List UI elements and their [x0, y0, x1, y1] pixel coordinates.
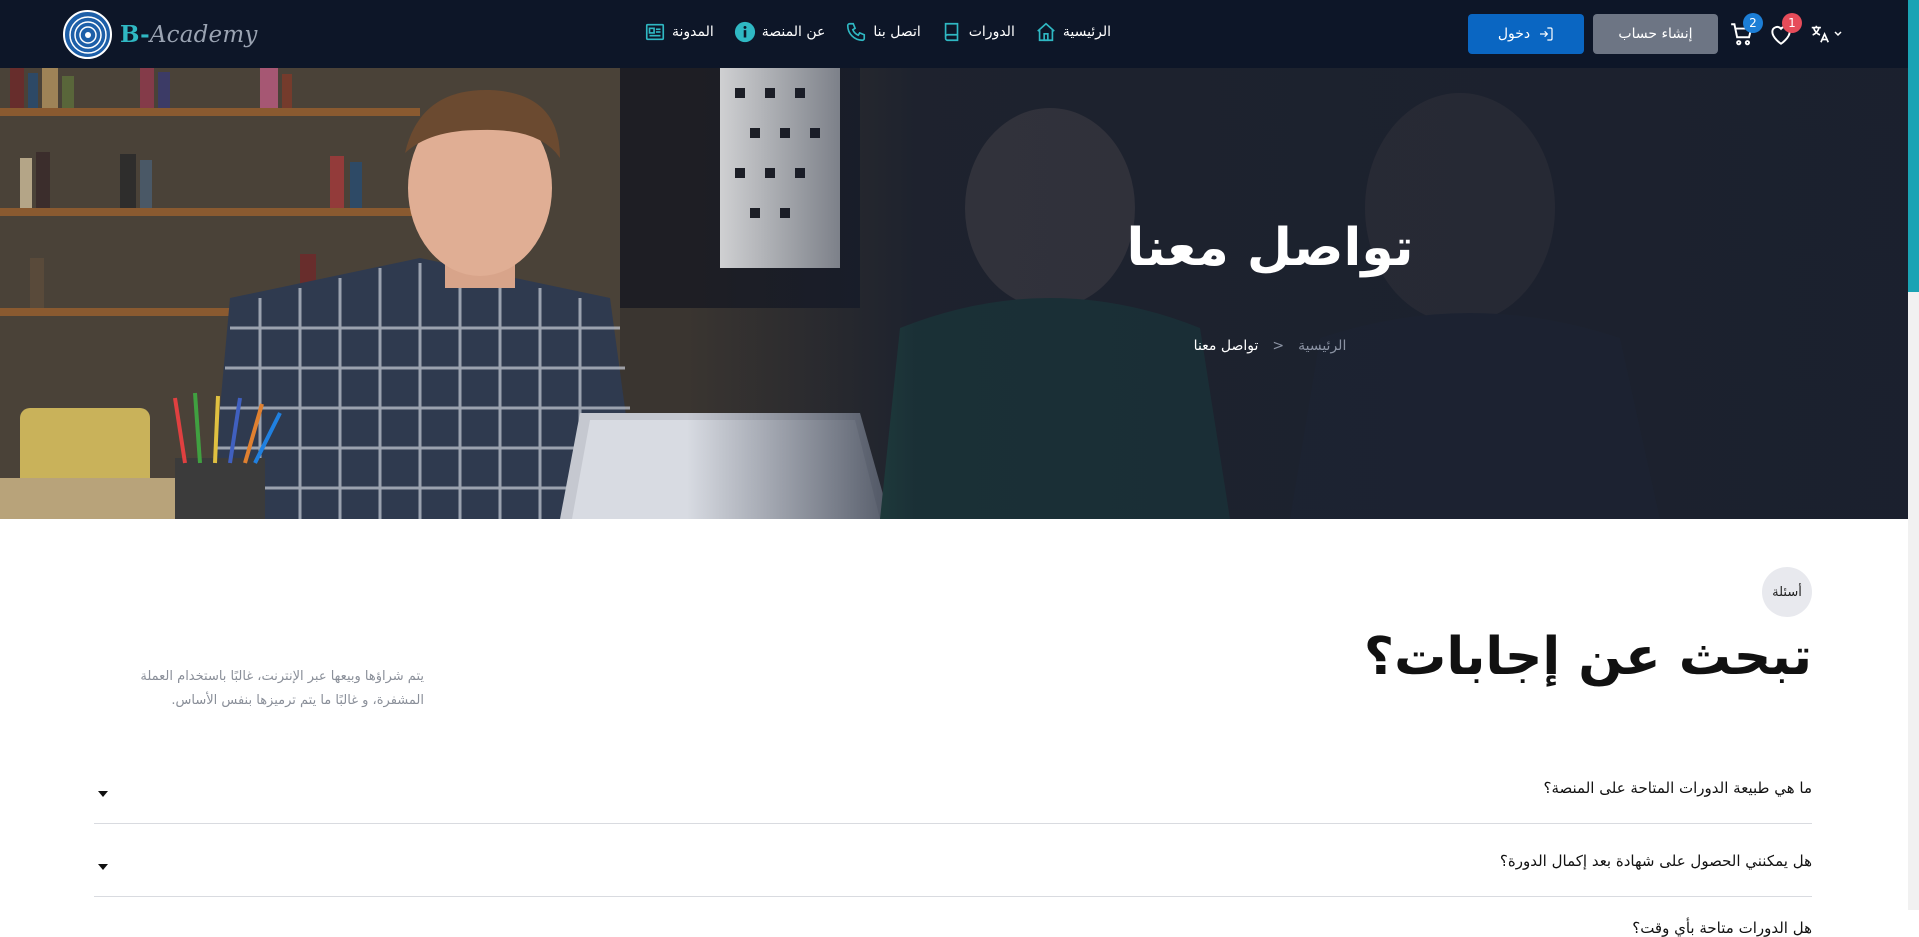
faq-section: أسئلة تبحث عن إجابات؟ يتم شراؤها وبيعها … [0, 519, 1908, 937]
nav-label-courses: الدورات [968, 24, 1015, 40]
brand-prefix: B- [120, 21, 150, 48]
faq-question: هل الدورات متاحة بأي وقت؟ [1632, 919, 1812, 937]
nav-item-courses[interactable]: الدورات [941, 21, 1015, 43]
faq-tag: أسئلة [1762, 567, 1812, 617]
top-navbar: B-Academy المدونة عن المنصة اتصل بنا الد… [0, 0, 1908, 68]
chevron-down-icon [1834, 31, 1842, 37]
phone-icon [847, 22, 866, 42]
register-button[interactable]: إنشاء حساب [1593, 14, 1718, 54]
cart-button[interactable]: 2 [1727, 13, 1763, 49]
wishlist-count-badge: 1 [1782, 13, 1802, 33]
nav-item-home[interactable]: الرئيسية [1035, 21, 1111, 43]
login-label: دخول [1497, 26, 1531, 42]
translate-icon [1811, 25, 1830, 43]
brand-suffix: Academy [149, 22, 258, 48]
language-switcher[interactable] [1809, 23, 1843, 45]
logo-emblem-icon [63, 10, 112, 59]
caret-down-icon [98, 791, 108, 797]
faq-question: ما هي طبيعة الدورات المتاحة على المنصة؟ [1543, 779, 1812, 797]
nav-label-blog: المدونة [672, 24, 714, 40]
info-icon [734, 21, 755, 43]
page-title: تواصل معنا [1126, 218, 1414, 278]
brand-name: B-Academy [120, 21, 258, 48]
book-icon [944, 22, 959, 42]
nav-item-about[interactable]: عن المنصة [734, 21, 826, 43]
caret-down-icon [98, 864, 108, 870]
wishlist-button[interactable]: 1 [1766, 13, 1802, 49]
breadcrumb-home-link[interactable]: الرئيسية [1298, 338, 1346, 354]
hero-overlay [0, 68, 1908, 519]
faq-question: هل يمكنني الحصول على شهادة بعد إكمال الد… [1499, 852, 1812, 870]
scrollbar-thumb[interactable] [1908, 0, 1919, 292]
home-icon [1037, 22, 1055, 42]
login-icon [1540, 27, 1553, 41]
page-scrollbar[interactable] [1908, 0, 1919, 910]
faq-item[interactable]: هل يمكنني الحصول على شهادة بعد إكمال الد… [94, 824, 1812, 897]
blog-icon [645, 23, 665, 41]
faq-item[interactable]: هل الدورات متاحة بأي وقت؟ [94, 897, 1812, 937]
breadcrumb-current: تواصل معنا [1193, 338, 1259, 354]
faq-item[interactable]: ما هي طبيعة الدورات المتاحة على المنصة؟ [94, 751, 1812, 824]
faq-description: يتم شراؤها وبيعها عبر الإنترنت، غالبًا ب… [140, 669, 424, 708]
page-hero: تواصل معنا الرئيسية < تواصل معنا [0, 68, 1908, 519]
login-button[interactable]: دخول [1468, 14, 1584, 54]
nav-item-contact[interactable]: اتصل بنا [845, 21, 921, 43]
header-actions: دخول إنشاء حساب 2 1 [1468, 13, 1843, 54]
main-nav: المدونة عن المنصة اتصل بنا الدورات الرئي… [644, 21, 1131, 43]
brand-logo[interactable]: B-Academy [63, 10, 258, 59]
nav-label-contact: اتصل بنا [873, 24, 921, 40]
nav-label-home: الرئيسية [1062, 24, 1112, 40]
nav-label-about: عن المنصة [761, 24, 826, 40]
nav-item-blog[interactable]: المدونة [644, 21, 714, 43]
breadcrumb-separator: < [1272, 338, 1285, 354]
faq-accordion: ما هي طبيعة الدورات المتاحة على المنصة؟ … [94, 751, 1812, 937]
breadcrumb: الرئيسية < تواصل معنا [1140, 338, 1400, 354]
cart-count-badge: 2 [1743, 13, 1763, 33]
faq-heading: تبحث عن إجابات؟ [1363, 627, 1812, 687]
